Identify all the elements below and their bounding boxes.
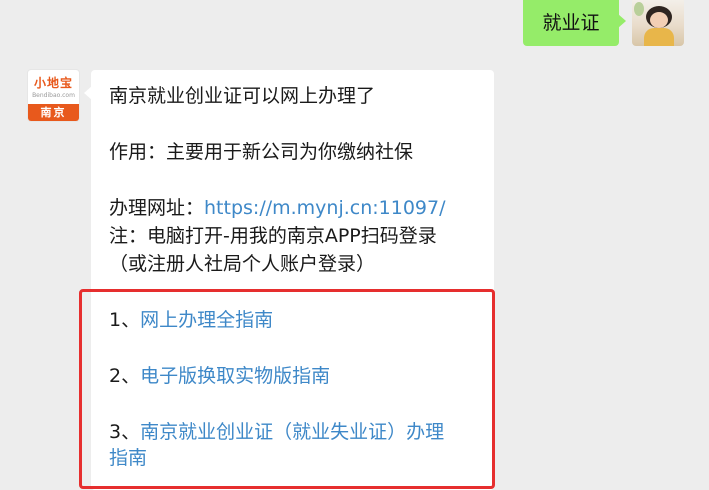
- bot-avatar[interactable]: 小地宝 Bendibao.com 南京: [27, 69, 80, 122]
- avatar-photo-body: [644, 28, 674, 46]
- bot-city-label: 南京: [28, 104, 79, 121]
- message-purpose: 作用：主要用于新公司为你缴纳社保: [109, 141, 414, 163]
- message-note-line2: （或注册人社局个人账户登录）: [109, 253, 376, 275]
- message-note-line1: 注：电脑打开-用我的南京APP扫码登录: [109, 225, 437, 247]
- avatar-photo-leaf: [634, 2, 644, 16]
- message-site-line: 办理网址：https://m.mynj.cn:11097/: [109, 195, 446, 221]
- site-label: 办理网址：: [109, 197, 205, 219]
- user-avatar[interactable]: [632, 0, 684, 46]
- highlight-box: [79, 289, 495, 489]
- bot-logo-text: 小地宝: [33, 76, 73, 90]
- outgoing-message-text: 就业证: [542, 12, 600, 34]
- outgoing-message-bubble: 就业证: [523, 0, 626, 46]
- message-title: 南京就业创业证可以网上办理了: [109, 85, 376, 107]
- avatar-photo-face: [650, 12, 668, 28]
- site-url-link[interactable]: https://m.mynj.cn:11097/: [204, 197, 446, 219]
- bot-logo-subtext: Bendibao.com: [32, 92, 75, 99]
